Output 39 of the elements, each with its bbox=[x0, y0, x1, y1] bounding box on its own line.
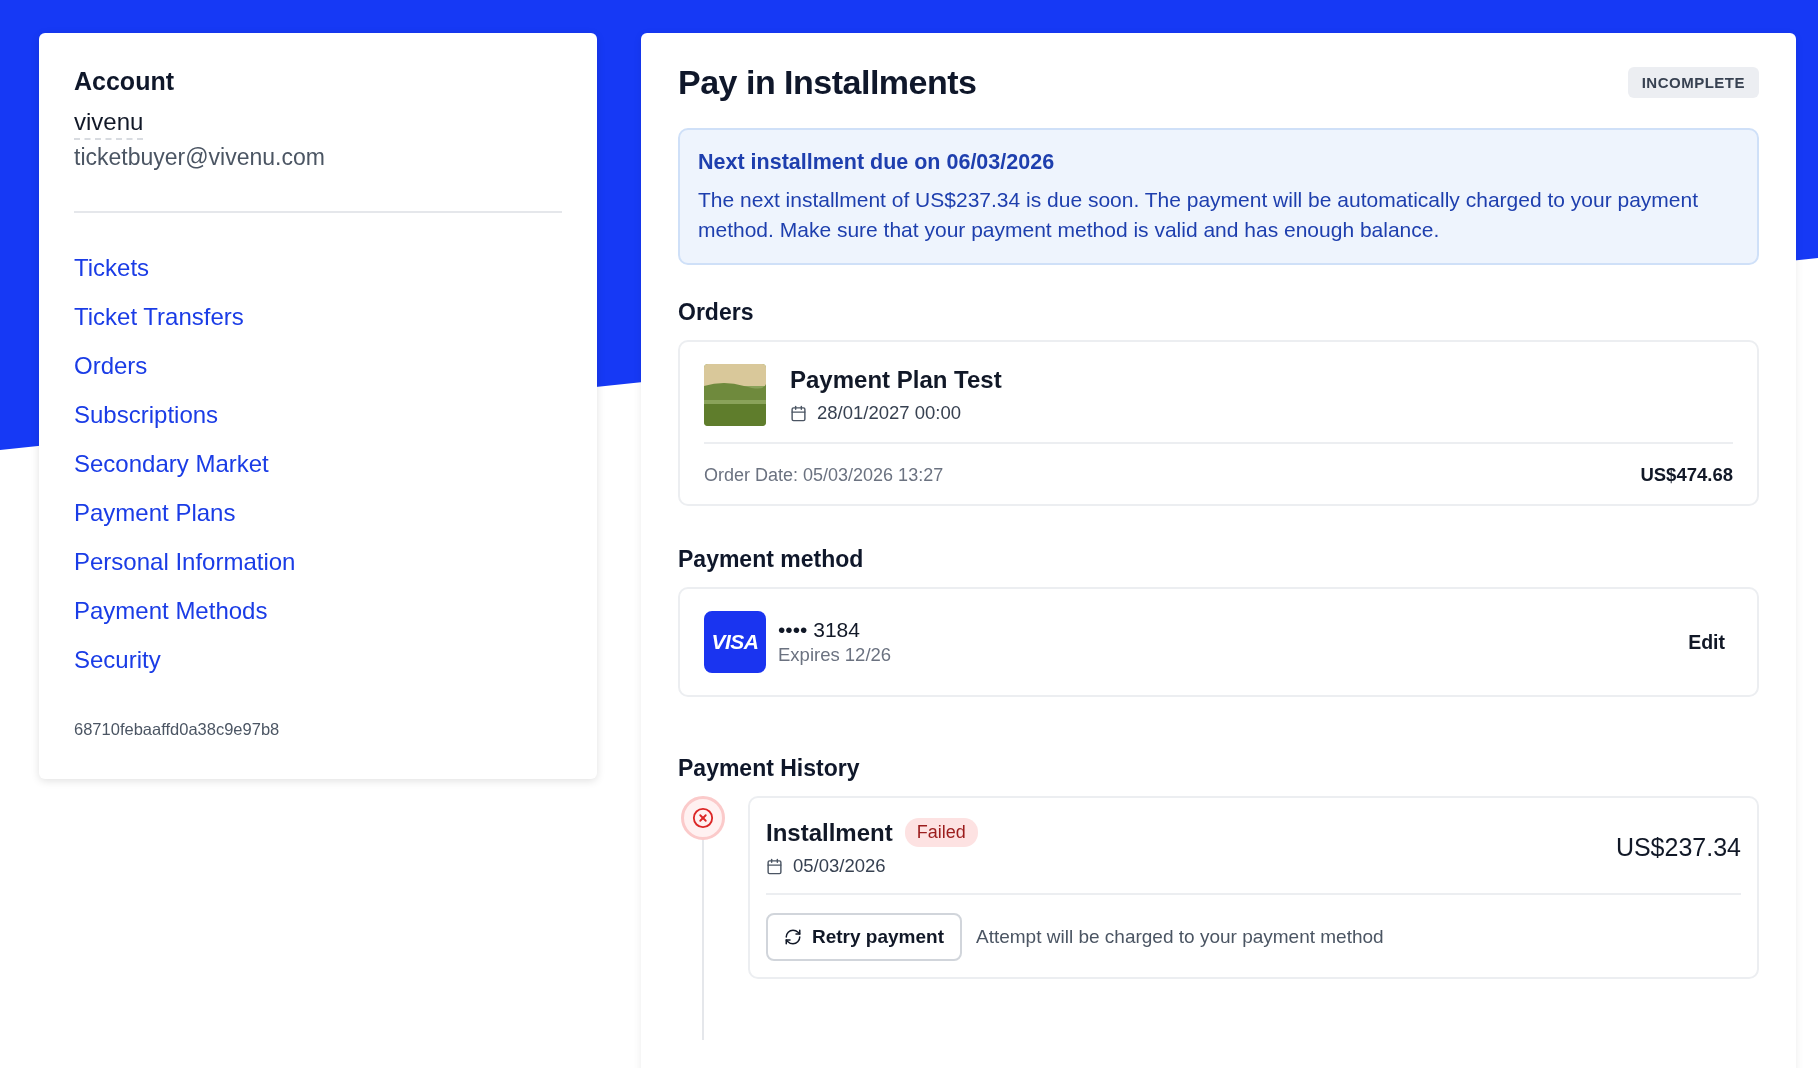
card-number: •••• 3184 bbox=[778, 618, 861, 642]
nav-link[interactable]: Ticket Transfers bbox=[74, 301, 244, 332]
calendar-icon bbox=[790, 404, 807, 422]
nav-link[interactable]: Tickets bbox=[74, 252, 150, 283]
close-circle-icon bbox=[692, 807, 714, 829]
refresh-icon bbox=[784, 928, 802, 946]
photo-placeholder bbox=[704, 364, 766, 426]
account-id: 68710febaaffd0a38c9e97b8 bbox=[74, 720, 281, 739]
nav-link[interactable]: Subscriptions bbox=[74, 399, 219, 430]
order-total: US$474.68 bbox=[1640, 464, 1733, 486]
installment-date: 05/03/2026 bbox=[793, 855, 886, 877]
event-name: Payment Plan Test bbox=[790, 366, 1002, 394]
username: vivenu bbox=[74, 108, 144, 140]
calendar-icon bbox=[766, 857, 783, 875]
status-tag: INCOMPLETE bbox=[1627, 67, 1759, 98]
notice-title: Next installment due on 06/03/2026 bbox=[698, 150, 1056, 175]
nav-link[interactable]: Payment Methods bbox=[74, 595, 268, 626]
order-date: Order Date: 05/03/2026 13:27 bbox=[704, 464, 944, 486]
section-heading: Orders bbox=[678, 299, 755, 326]
nav-link[interactable]: Payment Plans bbox=[74, 497, 236, 528]
card-expiry: Expires 12/26 bbox=[778, 644, 893, 666]
retry-note: Attempt will be charged to your payment method bbox=[976, 926, 1384, 948]
account-heading: Account bbox=[74, 67, 175, 96]
nav-link[interactable]: Personal Information bbox=[74, 546, 296, 577]
retry-button[interactable]: Retry payment bbox=[766, 913, 962, 961]
section-heading: Payment History bbox=[678, 755, 861, 782]
installment-amount: US$237.34 bbox=[1615, 833, 1741, 862]
nav-link[interactable]: Orders bbox=[74, 350, 148, 381]
edit-button[interactable]: Edit bbox=[1680, 626, 1733, 658]
installment-title: Installment bbox=[766, 818, 893, 847]
page-title: Pay in Installments bbox=[678, 63, 977, 102]
status-badge: Failed bbox=[904, 818, 978, 847]
email: ticketbuyer@vivenu.com bbox=[74, 144, 326, 171]
event-date: 28/01/2027 00:00 bbox=[817, 402, 962, 424]
nav-link[interactable]: Secondary Market bbox=[74, 448, 269, 479]
card-brand-logo: VISA bbox=[704, 611, 766, 673]
notice-message: The next installment of US$237.34 is due soon. The payment will be automatically charged to your payment method. Make sure that your payment method is valid and has enough balance. bbox=[698, 187, 1699, 243]
section-heading: Payment method bbox=[678, 546, 865, 573]
nav-link[interactable]: Security bbox=[74, 644, 161, 675]
